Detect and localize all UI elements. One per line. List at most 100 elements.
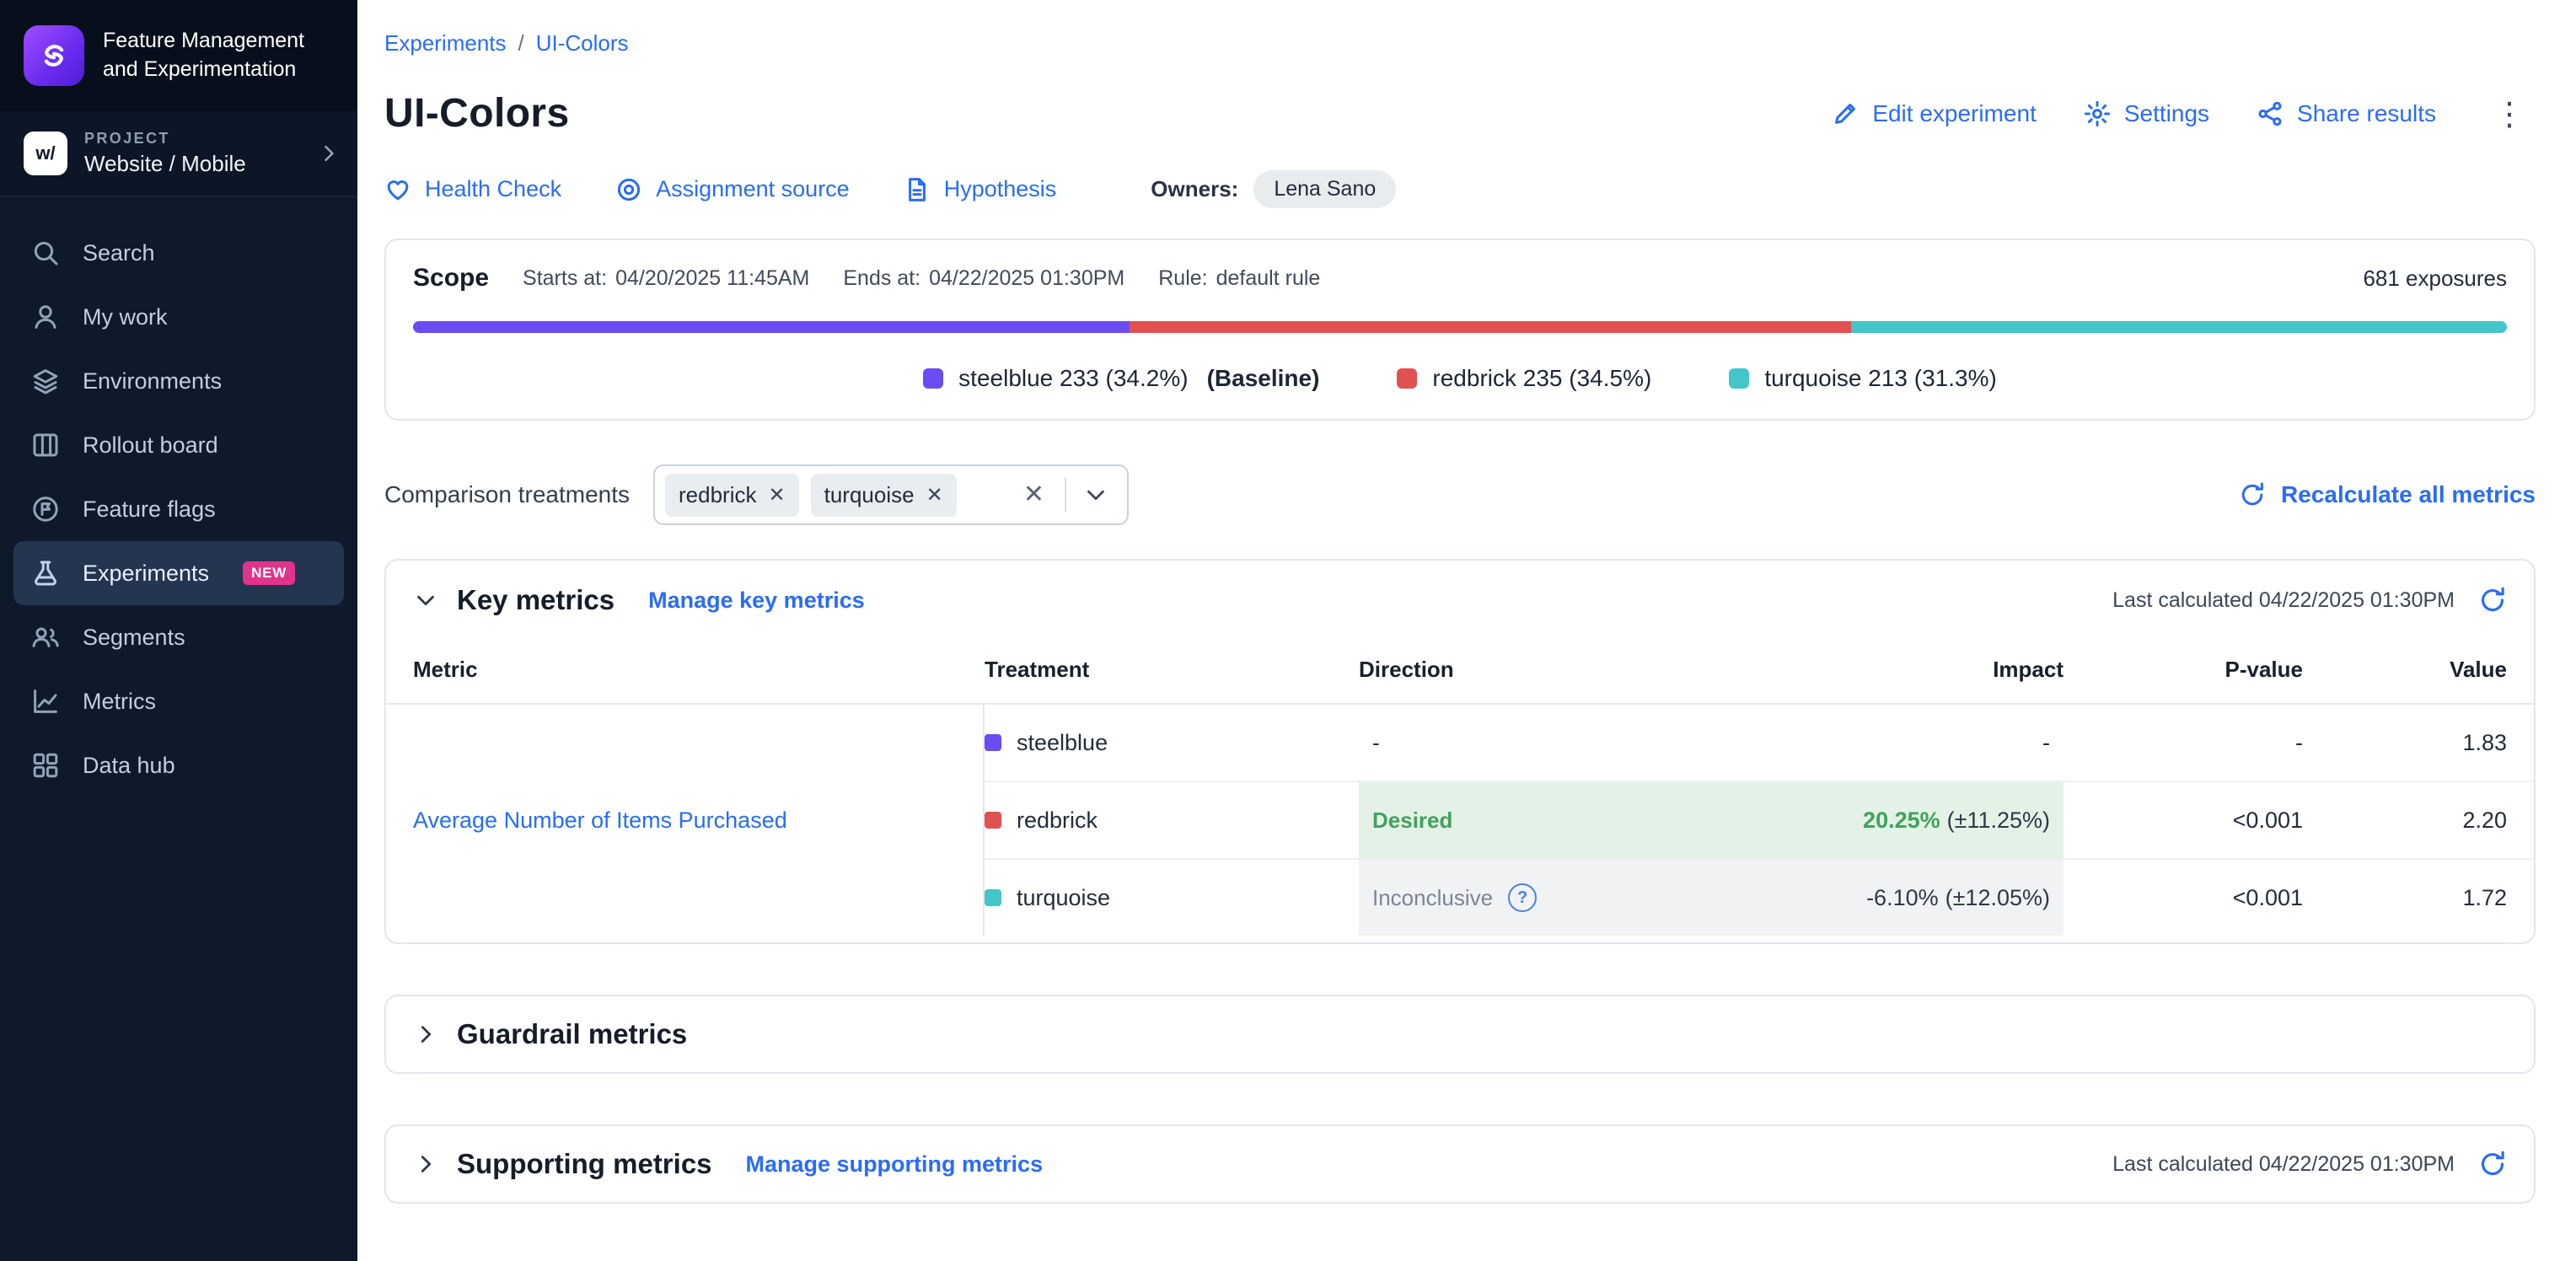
col-header-direction: Direction <box>1359 636 1794 703</box>
chip-label: turquoise <box>824 482 915 508</box>
impact-ci: (±11.25%) <box>1947 808 2050 834</box>
legend-item-steelblue: steelblue 233 (34.2%) (Baseline) <box>923 365 1319 392</box>
table-row: steelblue - - - 1.83 <box>985 705 2534 781</box>
owners-label: Owners: <box>1151 176 1238 202</box>
treatment-name: redbrick <box>1017 808 1097 834</box>
info-tooltip-icon[interactable]: ? <box>1508 883 1537 912</box>
treatment-chip-redbrick[interactable]: redbrick ✕ <box>665 474 799 517</box>
supporting-metrics-meta: Last calculated 04/22/2025 01:30PM <box>2112 1150 2507 1178</box>
treatment-name: turquoise <box>1017 885 1110 911</box>
p-value-cell: - <box>2063 705 2303 781</box>
more-actions-button[interactable]: ⋮ <box>2483 98 2536 130</box>
edit-experiment-button[interactable]: Edit experiment <box>1832 100 2037 127</box>
main-content: Experiments / UI-Colors UI-Colors Edit e… <box>357 0 2576 1261</box>
remove-chip-icon[interactable]: ✕ <box>769 485 786 505</box>
refresh-icon[interactable] <box>2478 1150 2507 1178</box>
value-cell: 2.20 <box>2303 782 2534 858</box>
clear-all-icon[interactable]: ✕ <box>1015 482 1053 507</box>
remove-chip-icon[interactable]: ✕ <box>926 485 943 505</box>
workspace-badge: w/ <box>24 131 67 175</box>
metric-name-link[interactable]: Average Number of Items Purchased <box>413 808 787 834</box>
col-header-metric: Metric <box>386 636 985 703</box>
metrics-table-header: Metric Treatment Direction Impact P-valu… <box>386 636 2534 705</box>
board-columns-icon <box>30 430 61 460</box>
sidebar-item-experiments[interactable]: Experiments NEW <box>13 541 344 605</box>
bar-segment-redbrick <box>1130 321 1852 333</box>
key-metrics-header: Key metrics Manage key metrics Last calc… <box>386 561 2534 636</box>
bar-segment-turquoise <box>1851 321 2506 333</box>
legend-label: turquoise 213 (31.3%) <box>1764 365 1997 392</box>
scope-starts: Starts at: 04/20/2025 11:45AM <box>523 266 809 291</box>
key-metrics-title: Key metrics <box>457 584 614 616</box>
ends-label: Ends at: <box>843 266 920 291</box>
experiments-flask-icon <box>30 558 61 588</box>
pencil-icon <box>1832 100 1859 127</box>
sidebar-item-search[interactable]: Search <box>13 221 344 285</box>
sidebar-item-data-hub[interactable]: Data hub <box>13 733 344 797</box>
sidebar-item-label: Data hub <box>83 753 175 779</box>
collapse-chevron-down-icon[interactable] <box>413 588 438 613</box>
sidebar-item-my-work[interactable]: My work <box>13 285 344 349</box>
sidebar-item-label: Search <box>83 240 155 266</box>
table-row: turquoise Inconclusive ? -6.10% (±12.05%… <box>985 858 2534 936</box>
chip-label: redbrick <box>679 482 756 508</box>
sidebar-item-feature-flags[interactable]: Feature flags <box>13 477 344 541</box>
health-check-label: Health Check <box>425 176 561 202</box>
sidebar-item-label: Segments <box>83 625 185 651</box>
segments-people-icon <box>30 622 61 652</box>
legend-item-redbrick: redbrick 235 (34.5%) <box>1397 365 1651 392</box>
app-logo-block[interactable]: Feature Management and Experimentation <box>0 0 357 111</box>
starts-label: Starts at: <box>523 266 607 291</box>
impact-cell: -6.10% (±12.05%) <box>1794 860 2063 936</box>
treatment-chip-turquoise[interactable]: turquoise ✕ <box>811 474 957 517</box>
sidebar-item-label: My work <box>83 304 168 330</box>
comparison-label: Comparison treatments <box>384 481 630 508</box>
manage-supporting-metrics-link[interactable]: Manage supporting metrics <box>746 1151 1044 1178</box>
hypothesis-link[interactable]: Hypothesis <box>904 176 1057 203</box>
breadcrumb-separator: / <box>518 30 524 56</box>
owner-chip[interactable]: Lena Sano <box>1253 170 1396 208</box>
share-results-button[interactable]: Share results <box>2257 100 2436 127</box>
breadcrumb-current-link[interactable]: UI-Colors <box>536 30 629 56</box>
supporting-metrics-card: Supporting metrics Manage supporting met… <box>384 1124 2536 1204</box>
sidebar-item-segments[interactable]: Segments <box>13 605 344 669</box>
refresh-icon[interactable] <box>2478 586 2507 614</box>
direction-cell: Desired <box>1359 782 1794 858</box>
header-actions: Edit experiment Settings Share results ⋮ <box>1832 98 2536 130</box>
turquoise-swatch <box>1729 368 1749 389</box>
project-switcher[interactable]: w/ PROJECT Website / Mobile <box>0 111 357 197</box>
col-header-treatment: Treatment <box>985 636 1359 703</box>
settings-button[interactable]: Settings <box>2084 100 2209 127</box>
sidebar-item-metrics[interactable]: Metrics <box>13 669 344 733</box>
treatments-multiselect[interactable]: redbrick ✕ turquoise ✕ ✕ <box>653 464 1129 525</box>
impact-cell: 20.25% (±11.25%) <box>1794 782 2063 858</box>
p-value-cell: <0.001 <box>2063 782 2303 858</box>
collapse-chevron-right-icon[interactable] <box>413 1151 438 1177</box>
grid-icon <box>30 750 61 781</box>
last-calculated-text: Last calculated 04/22/2025 01:30PM <box>2112 588 2455 613</box>
document-icon <box>904 176 931 203</box>
assignment-source-link[interactable]: Assignment source <box>615 176 850 203</box>
sidebar-item-rollout-board[interactable]: Rollout board <box>13 413 344 477</box>
health-check-link[interactable]: Health Check <box>384 176 561 203</box>
quick-links-row: Health Check Assignment source Hypothesi… <box>384 170 2536 208</box>
redbrick-swatch <box>985 812 1001 829</box>
p-value-cell: <0.001 <box>2063 860 2303 936</box>
legend-label: redbrick 235 (34.5%) <box>1432 365 1651 392</box>
comparison-row: Comparison treatments redbrick ✕ turquoi… <box>384 464 2536 525</box>
rule-label: Rule: <box>1158 266 1207 291</box>
bar-segment-steelblue <box>413 321 1130 333</box>
recalculate-all-metrics-button[interactable]: Recalculate all metrics <box>2239 481 2536 508</box>
table-row: redbrick Desired 20.25% (±11.25%) <0.001… <box>985 781 2534 858</box>
guardrail-metrics-title: Guardrail metrics <box>457 1018 687 1050</box>
chevron-down-icon[interactable] <box>1078 482 1114 507</box>
assignment-source-label: Assignment source <box>656 176 850 202</box>
exposure-distribution-bar <box>413 321 2507 333</box>
sidebar-item-environments[interactable]: Environments <box>13 349 344 413</box>
share-icon <box>2257 100 2284 127</box>
breadcrumb-experiments-link[interactable]: Experiments <box>384 30 507 56</box>
collapse-chevron-right-icon[interactable] <box>413 1022 438 1047</box>
heart-icon <box>384 176 411 203</box>
manage-key-metrics-link[interactable]: Manage key metrics <box>648 588 865 614</box>
sidebar-item-label: Metrics <box>83 689 156 715</box>
